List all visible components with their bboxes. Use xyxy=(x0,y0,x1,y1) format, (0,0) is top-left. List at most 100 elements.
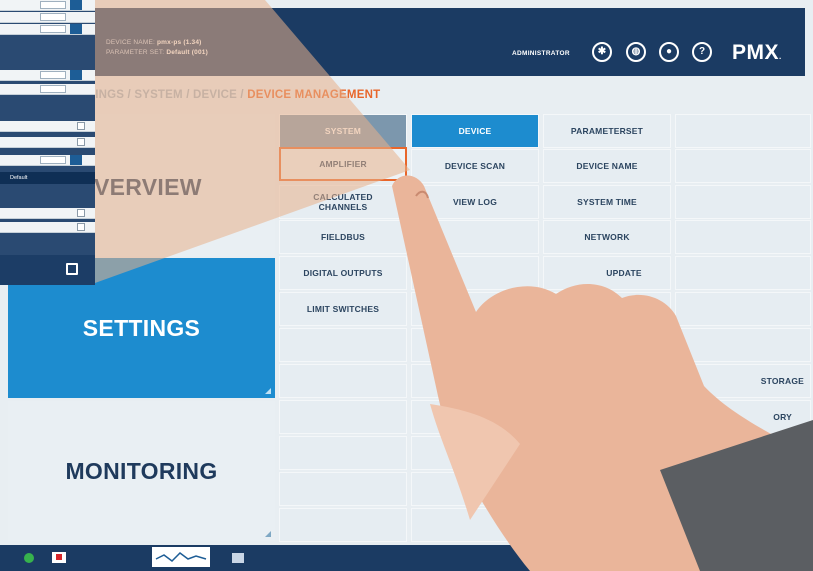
grid-empty-cell xyxy=(543,508,671,542)
panel-row[interactable] xyxy=(0,155,95,166)
grid-empty-cell xyxy=(675,220,811,254)
wave-graphic xyxy=(155,552,207,562)
nav-monitoring[interactable]: MONITORING xyxy=(8,401,275,541)
signal-wave-icon[interactable] xyxy=(152,547,210,567)
parameter-panel: Default xyxy=(0,0,95,285)
panel-control[interactable] xyxy=(40,13,66,21)
tab-system[interactable]: SYSTEM xyxy=(279,114,407,148)
grid-empty-cell xyxy=(675,185,811,219)
grid-empty-cell xyxy=(675,292,811,326)
grid-empty-cell xyxy=(675,436,811,470)
panel-button[interactable] xyxy=(70,0,82,10)
grid-empty-cell xyxy=(675,149,811,183)
grid-empty-cell xyxy=(411,508,539,542)
panel-row[interactable] xyxy=(0,12,95,23)
grid-empty-cell xyxy=(675,328,811,362)
panel-checkbox[interactable] xyxy=(77,209,85,217)
record-icon[interactable]: ● xyxy=(659,42,679,62)
grid-empty-cell xyxy=(279,436,407,470)
status-ok-icon xyxy=(24,553,34,563)
device-management-screen: DEVICE NAME: pmx-ps (1.34) PARAMETER SET… xyxy=(0,0,813,571)
tile-corner-mark xyxy=(265,531,271,537)
footer-bar xyxy=(0,545,813,571)
panel-control[interactable] xyxy=(40,1,66,9)
panel-checkbox[interactable] xyxy=(77,138,85,146)
breadcrumb-path[interactable]: TINGS / SYSTEM / DEVICE / xyxy=(88,89,247,101)
logo-suffix: . xyxy=(779,52,782,61)
grid-empty-cell xyxy=(279,364,407,398)
grid-empty-cell xyxy=(675,114,811,148)
user-role[interactable]: ADMINISTRATOR xyxy=(512,50,570,57)
grid-empty-cell xyxy=(543,400,671,434)
panel-row[interactable] xyxy=(0,84,95,95)
menu-device-scan[interactable]: DEVICE SCAN xyxy=(411,149,539,183)
grid-empty-cell xyxy=(675,472,811,506)
menu-storage[interactable]: STORAGE xyxy=(675,364,811,398)
globe-icon[interactable]: ◍ xyxy=(626,42,646,62)
panel-row[interactable] xyxy=(0,137,95,148)
parameter-set-label: PARAMETER SET: xyxy=(106,49,165,56)
breadcrumb: TINGS / SYSTEM / DEVICE / DEVICE MANAGEM… xyxy=(88,89,380,101)
menu-network[interactable]: NETWORK xyxy=(543,220,671,254)
menu-amplifier[interactable]: AMPLIFIER xyxy=(279,147,407,181)
panel-button[interactable] xyxy=(70,70,82,80)
grid-empty-cell xyxy=(411,220,539,254)
panel-row[interactable] xyxy=(0,222,95,233)
settings-gear-icon[interactable]: ✱ xyxy=(592,42,612,62)
pmx-logo: PMX. xyxy=(732,41,782,65)
nav-overview-label: VERVIEW xyxy=(94,174,202,200)
panel-row[interactable] xyxy=(0,208,95,219)
menu-device-name[interactable]: DEVICE NAME xyxy=(543,149,671,183)
panel-control[interactable] xyxy=(40,85,66,93)
help-icon[interactable]: ? xyxy=(692,42,712,62)
menu-update[interactable]: UPDATE xyxy=(543,256,671,290)
panel-checkbox[interactable] xyxy=(77,223,85,231)
logo-text: PMX xyxy=(732,41,780,64)
panel-checkbox[interactable] xyxy=(77,122,85,130)
nav-monitoring-label: MONITORING xyxy=(65,457,218,484)
panel-button[interactable] xyxy=(70,24,82,34)
grid-empty-cell xyxy=(675,508,811,542)
panel-row[interactable] xyxy=(0,24,95,35)
menu-parameterset[interactable]: PARAMETERSET xyxy=(543,114,671,148)
grid-empty-cell xyxy=(675,256,811,290)
save-icon[interactable] xyxy=(66,263,78,275)
device-info: DEVICE NAME: pmx-ps (1.34) PARAMETER SET… xyxy=(106,38,208,58)
language-flag-icon[interactable] xyxy=(52,552,66,563)
grid-empty-cell xyxy=(411,364,539,398)
menu-fieldbus[interactable]: FIELDBUS xyxy=(279,220,407,254)
grid-empty-cell xyxy=(279,328,407,362)
panel-control[interactable] xyxy=(40,156,66,164)
menu-view-log[interactable]: VIEW LOG xyxy=(411,185,539,219)
menu-digital-outputs[interactable]: DIGITAL OUTPUTS xyxy=(279,256,407,290)
grid-empty-cell xyxy=(411,292,539,326)
panel-button[interactable] xyxy=(70,155,82,165)
panel-row[interactable] xyxy=(0,70,95,81)
grid-empty-cell xyxy=(279,400,407,434)
tab-device[interactable]: DEVICE xyxy=(411,114,539,148)
grid-empty-cell xyxy=(411,436,539,470)
grid-empty-cell xyxy=(543,436,671,470)
panel-row[interactable] xyxy=(0,121,95,132)
grid-empty-cell xyxy=(279,508,407,542)
grid-empty-cell xyxy=(411,400,539,434)
header-bar: DEVICE NAME: pmx-ps (1.34) PARAMETER SET… xyxy=(0,8,805,76)
menu-system-time[interactable]: SYSTEM TIME xyxy=(543,185,671,219)
grid-empty-cell xyxy=(543,292,671,326)
device-name-label: DEVICE NAME: xyxy=(106,39,155,46)
grid-empty-cell xyxy=(411,472,539,506)
menu-limit-switches[interactable]: LIMIT SWITCHES xyxy=(279,292,407,326)
grid-empty-cell xyxy=(411,328,539,362)
menu-memory[interactable]: ORY xyxy=(675,400,811,434)
panel-row[interactable] xyxy=(0,0,95,11)
panel-selected-row[interactable]: Default xyxy=(0,172,95,184)
menu-calculated-channels[interactable]: CALCULATED CHANNELS xyxy=(279,185,407,219)
tile-corner-mark xyxy=(265,388,271,394)
grid-empty-cell xyxy=(543,472,671,506)
nav-settings-label: SETTINGS xyxy=(82,314,201,341)
grid-empty-cell xyxy=(543,328,671,362)
grid-view-icon[interactable] xyxy=(232,553,244,563)
panel-control[interactable] xyxy=(40,71,66,79)
breadcrumb-current: DEVICE MANAGEMENT xyxy=(247,89,381,101)
panel-control[interactable] xyxy=(40,25,66,33)
